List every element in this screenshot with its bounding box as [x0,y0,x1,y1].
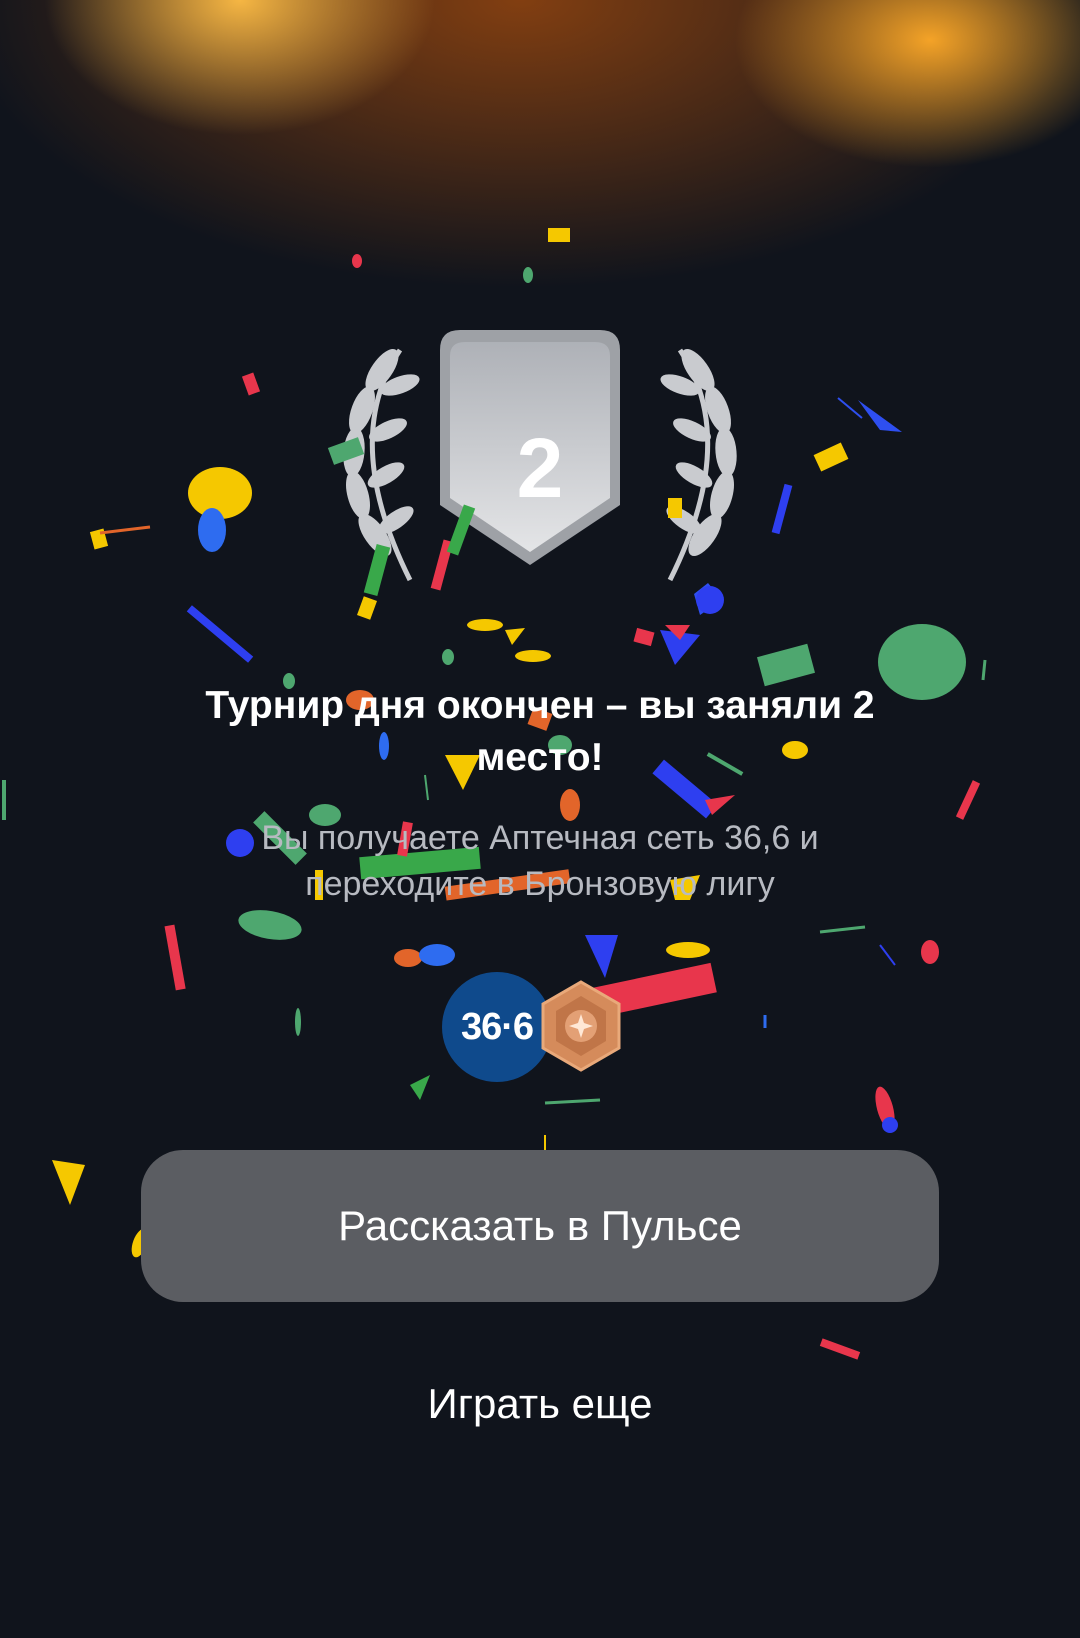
share-in-pulse-button[interactable]: Рассказать в Пульсе [141,1150,939,1302]
bronze-league-badge-icon [541,980,621,1072]
right-laurel-icon [660,348,737,582]
left-laurel-icon [343,348,420,582]
play-again-button[interactable]: Играть еще [340,1380,740,1428]
result-subtitle: Вы получаете Аптечная сеть 36,6 и перехо… [261,819,819,903]
place-number: 2 [516,421,564,515]
result-title: Турнир дня окончен – вы заняли 2 место! [205,684,875,779]
pharmacy-36-6-logo: 36·6 [442,972,552,1082]
